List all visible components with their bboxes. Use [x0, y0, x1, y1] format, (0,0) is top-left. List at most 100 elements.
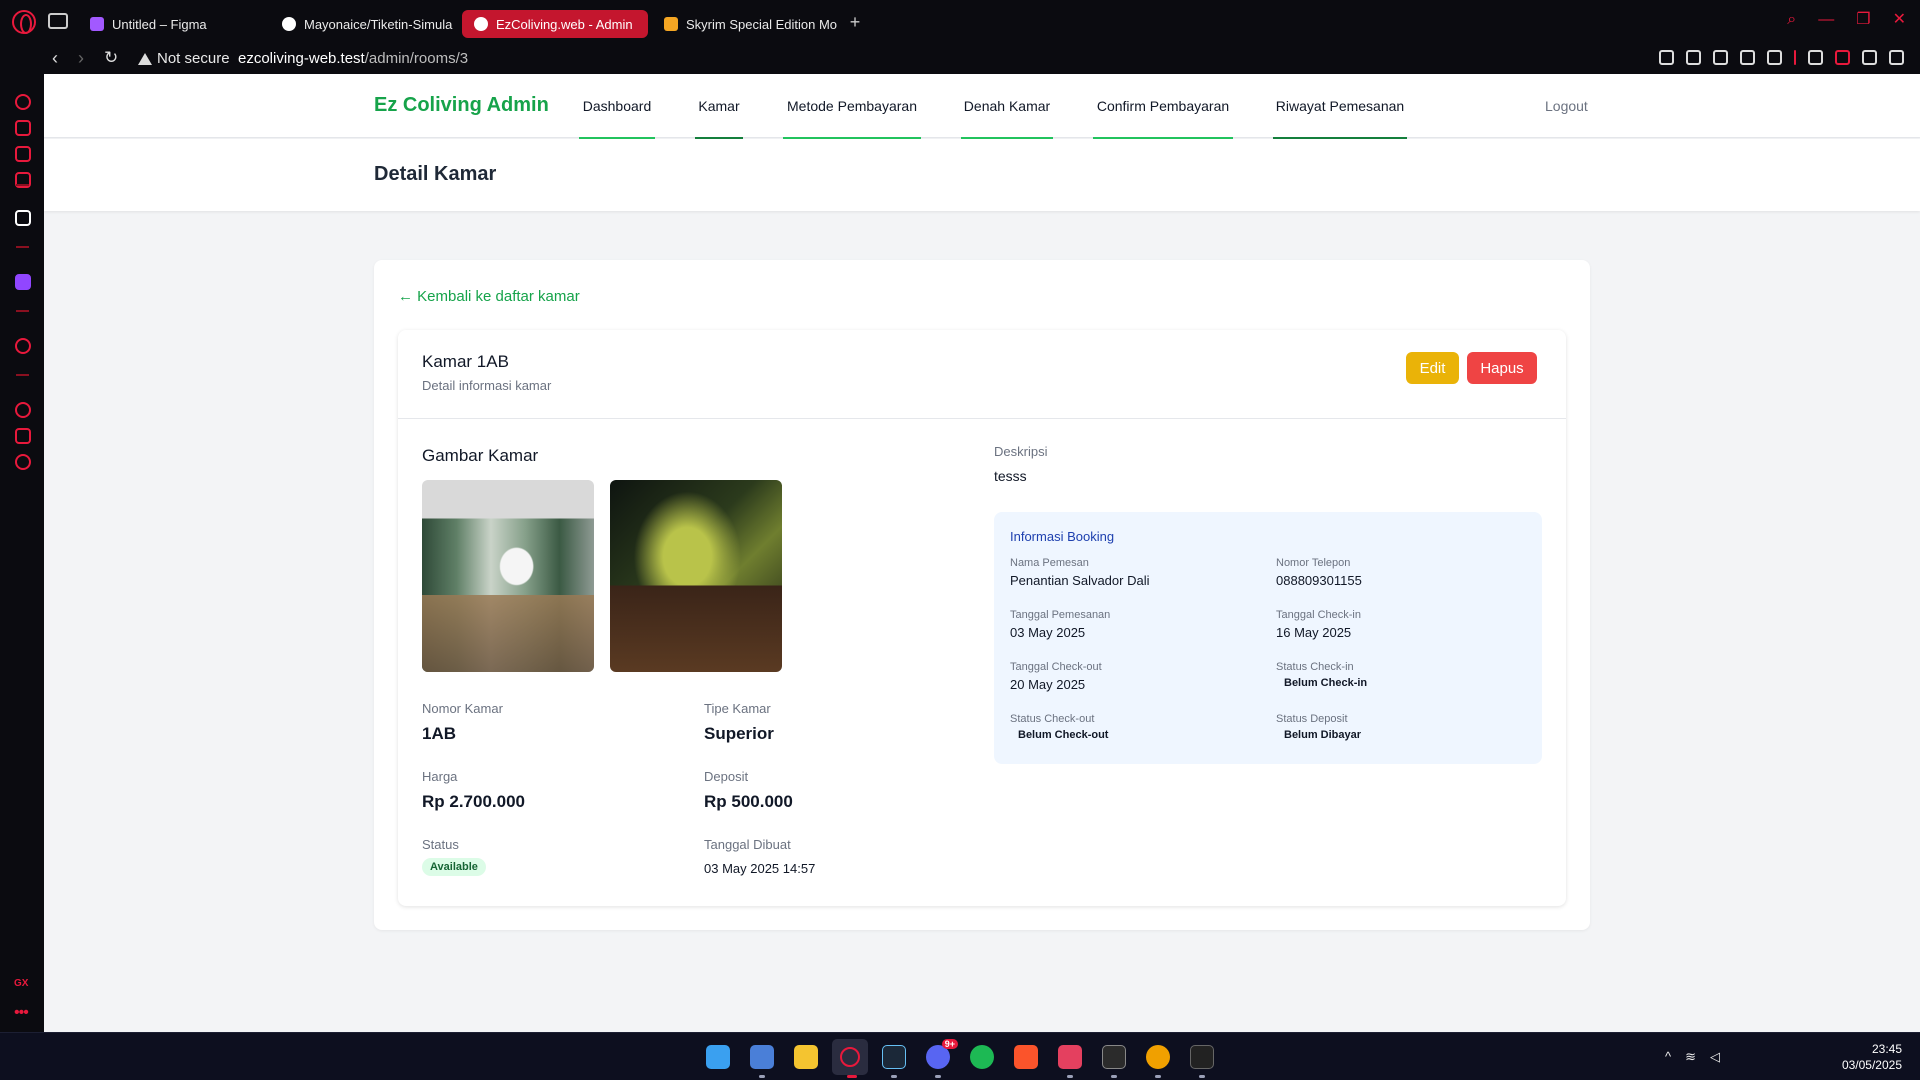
deposit-label: Deposit	[704, 769, 749, 784]
nav-kamar[interactable]: Kamar	[695, 74, 743, 139]
settings-icon[interactable]	[15, 454, 31, 470]
nav-confirm-pembayaran[interactable]: Confirm Pembayaran	[1093, 74, 1233, 139]
gx-control-sidebar-icon[interactable]	[15, 94, 31, 110]
status-checkout-badge: Belum Check-out	[1018, 729, 1109, 741]
status-label: Status	[422, 837, 459, 852]
back-to-list-link[interactable]: ← Kembali ke daftar kamar	[398, 288, 580, 305]
room-photo-garden[interactable]	[610, 480, 782, 672]
twitch-icon[interactable]	[15, 274, 31, 290]
url-field[interactable]: ezcoliving-web.test/admin/rooms/3	[238, 50, 468, 67]
new-tab-button[interactable]: +	[846, 13, 864, 32]
clock-time: 23:45	[1871, 1042, 1902, 1056]
room-photo-interior[interactable]	[422, 480, 594, 672]
spotify-icon[interactable]	[970, 1045, 994, 1069]
tanggal-checkin-value: 16 May 2025	[1276, 625, 1352, 640]
herd-icon[interactable]	[1058, 1045, 1082, 1069]
tab-ezcoliving[interactable]: EzColiving.web - Admin	[462, 10, 648, 38]
terminal-icon[interactable]	[1102, 1045, 1126, 1069]
reload-button[interactable]: ↻	[104, 48, 118, 68]
delete-button[interactable]: Hapus	[1467, 352, 1537, 384]
close-button[interactable]: ✕	[1893, 12, 1906, 28]
edit-button[interactable]: Edit	[1406, 352, 1459, 384]
nav-riwayat-pemesanan[interactable]: Riwayat Pemesanan	[1273, 74, 1407, 139]
gallery-title: Gambar Kamar	[422, 446, 539, 465]
search-tabs-icon[interactable]: ⌕	[1787, 12, 1796, 28]
duck-app-icon[interactable]	[1146, 1045, 1170, 1069]
photos-icon[interactable]	[750, 1045, 774, 1069]
extensions-sidebar-icon[interactable]	[15, 428, 31, 444]
extension-toolbar	[1659, 50, 1904, 65]
menu-icon[interactable]	[1889, 50, 1904, 65]
page-title: Detail Kamar	[374, 163, 497, 185]
harga-value: Rp 2.700.000	[422, 792, 526, 811]
brand-logo[interactable]: Ez Coliving Admin	[374, 94, 549, 117]
profile-icon[interactable]	[1835, 50, 1850, 65]
system-clock[interactable]: 23:45 03/05/2025	[1842, 1041, 1902, 1073]
nav-dashboard[interactable]: Dashboard	[579, 74, 655, 139]
minimize-button[interactable]: —	[1818, 12, 1834, 28]
aria-icon[interactable]	[15, 210, 31, 226]
nav-metode-pembayaran[interactable]: Metode Pembayaran	[783, 74, 921, 139]
discord-icon[interactable]: 9+	[926, 1039, 958, 1069]
gx-label[interactable]: GX	[14, 978, 28, 989]
tab-title: Skyrim Special Edition Mo	[686, 16, 837, 32]
room-header: Kamar 1AB Detail informasi kamar Edit Ha…	[398, 330, 1566, 419]
chevron-up-icon[interactable]: ^	[1665, 1049, 1671, 1065]
pin-icon[interactable]	[1659, 50, 1674, 65]
running-indicator	[1155, 1075, 1161, 1078]
url-path: /admin/rooms/3	[364, 50, 469, 67]
forward-button[interactable]: ›	[78, 48, 84, 68]
epic-games-icon[interactable]	[1190, 1045, 1214, 1069]
windows-start-icon[interactable]	[706, 1045, 730, 1069]
steam-icon[interactable]	[882, 1045, 906, 1069]
status-checkin-badge: Belum Check-in	[1284, 677, 1368, 689]
clock-date: 03/05/2025	[1841, 1058, 1902, 1072]
nomor-kamar-value: 1AB	[422, 724, 457, 743]
player-icon[interactable]	[15, 338, 31, 354]
status-deposit-label: Status Deposit	[1276, 713, 1348, 725]
opera-gx-icon[interactable]	[832, 1039, 868, 1075]
sidebar-divider	[16, 310, 29, 312]
booking-info-panel: Informasi Booking Nama Pemesan Penantian…	[994, 512, 1542, 764]
shield-icon[interactable]	[1713, 50, 1728, 65]
nomor-kamar-label: Nomor Kamar	[422, 701, 503, 716]
status-deposit-badge: Belum Dibayar	[1284, 729, 1362, 741]
wifi-icon[interactable]: ≋	[1685, 1049, 1696, 1065]
gx-control-icon[interactable]	[48, 13, 68, 29]
brave-icon[interactable]	[1014, 1045, 1038, 1069]
tanggal-pemesanan-label: Tanggal Pemesanan	[1010, 609, 1111, 621]
opera-gx-logo-icon[interactable]	[12, 10, 36, 34]
tab-skyrim[interactable]: Skyrim Special Edition Mo	[652, 10, 842, 38]
volume-icon[interactable]: ◁	[1710, 1049, 1720, 1065]
history-icon[interactable]	[15, 402, 31, 418]
tanggal-checkin-label: Tanggal Check-in	[1276, 609, 1361, 621]
gx-cleaner-icon[interactable]	[15, 146, 31, 162]
nav-denah-kamar[interactable]: Denah Kamar	[961, 74, 1053, 139]
tipe-kamar-value: Superior	[704, 724, 774, 743]
more-icon[interactable]: •••	[14, 1004, 29, 1022]
tab-title: EzColiving.web - Admin	[496, 16, 633, 32]
url-host: ezcoliving-web.test	[238, 50, 365, 67]
tab-github[interactable]: Mayonaice/Tiketin-Simula	[270, 10, 460, 38]
snapshot-icon[interactable]	[1686, 50, 1701, 65]
created-label: Tanggal Dibuat	[704, 837, 791, 852]
file-explorer-icon[interactable]	[794, 1045, 818, 1069]
tab-title: Mayonaice/Tiketin-Simula	[304, 16, 453, 32]
nama-pemesan-value: Penantian Salvador Dali	[1010, 573, 1150, 588]
figma-icon	[90, 17, 104, 31]
security-indicator[interactable]: Not secure	[138, 50, 230, 67]
maximize-button[interactable]: ❐	[1856, 12, 1870, 28]
extensions-icon[interactable]	[1808, 50, 1823, 65]
download-icon[interactable]	[1862, 50, 1877, 65]
tab-figma[interactable]: Untitled – Figma	[78, 10, 268, 38]
address-bar: ‹ › ↻ Not secure ezcoliving-web.test/adm…	[0, 44, 1920, 74]
running-indicator	[891, 1075, 897, 1078]
back-button[interactable]: ‹	[52, 48, 58, 68]
gx-corner-icon[interactable]	[15, 120, 31, 136]
tab-title: Untitled – Figma	[112, 16, 207, 32]
logout-link[interactable]: Logout	[1545, 98, 1588, 114]
running-indicator	[759, 1075, 765, 1078]
heart-icon[interactable]	[1767, 50, 1782, 65]
tanggal-pemesanan-value: 03 May 2025	[1010, 625, 1086, 640]
play-icon[interactable]	[1740, 50, 1755, 65]
